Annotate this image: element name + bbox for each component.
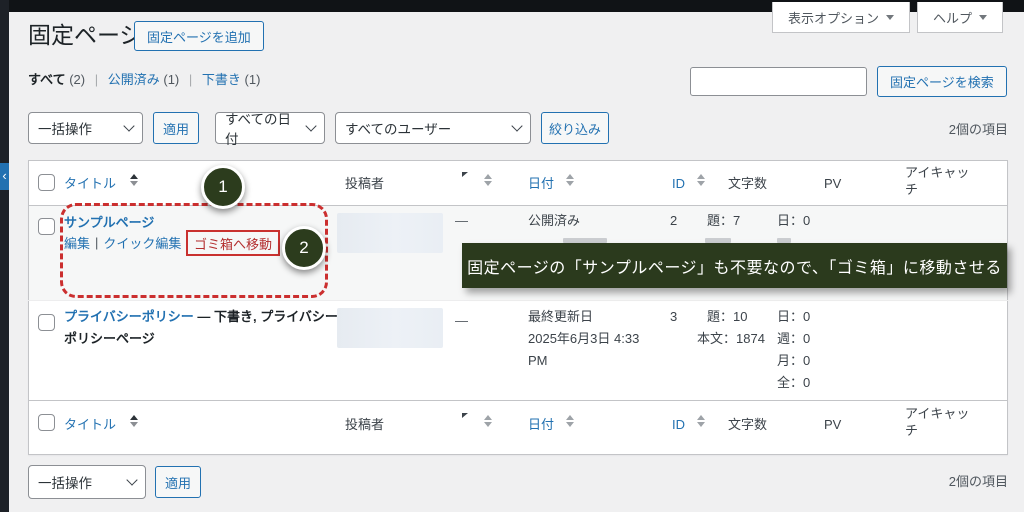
column-chars: 文字数 <box>728 416 767 433</box>
chevron-down-icon <box>511 120 522 131</box>
view-draft-link[interactable]: 下書き <box>202 72 241 87</box>
row-checkbox[interactable] <box>38 218 55 235</box>
chevron-down-icon <box>305 120 316 131</box>
bulk-action-select[interactable]: 一括操作 <box>28 112 143 144</box>
author-redacted <box>337 213 443 253</box>
bulk-action-value: 一括操作 <box>38 118 92 138</box>
chevron-down-icon <box>126 474 137 485</box>
date-filter-value: すべての日付 <box>225 108 299 148</box>
id-value: 2 <box>670 212 677 229</box>
view-draft-count: (1) <box>245 72 261 87</box>
sort-arrows-icon <box>697 174 705 186</box>
row-checkbox[interactable] <box>38 314 55 331</box>
column-author: 投稿者 <box>345 416 384 433</box>
separator: | <box>95 72 98 87</box>
wordpress-pages-screen: ‹ 表示オプション ヘルプ 固定ページ 固定ページを追加 すべて (2) | 公… <box>0 0 1024 512</box>
view-published-count: (1) <box>163 72 179 87</box>
search-input[interactable] <box>690 67 867 96</box>
sort-arrows-icon <box>566 174 574 186</box>
callout-banner: 固定ページの「サンプルページ」も不要なので、「ゴミ箱」に移動させる <box>462 243 1007 288</box>
step-1-badge: 1 <box>201 165 245 209</box>
item-count-bottom: 2個の項目 <box>900 471 1008 490</box>
column-title-sort[interactable]: タイトル <box>64 416 116 433</box>
column-id-sort[interactable]: ID <box>672 175 685 192</box>
view-published-link[interactable]: 公開済み <box>108 72 160 87</box>
step-2-badge: 2 <box>282 226 326 270</box>
sort-arrows-icon <box>484 174 492 186</box>
select-all-checkbox[interactable] <box>38 414 55 431</box>
id-value: 3 <box>670 308 677 325</box>
separator: | <box>189 72 192 87</box>
column-featured: アイキャッチ <box>905 164 969 198</box>
current-menu-pointer-icon: ‹ <box>0 163 9 190</box>
view-all-link[interactable]: すべて <box>28 72 66 87</box>
chars-value: 題：10 <box>707 308 747 325</box>
bulk-action-select-bottom[interactable]: 一括操作 <box>28 465 146 499</box>
date-value: 2025年6月3日 4:33 <box>528 330 639 347</box>
comments-value: — <box>455 312 468 329</box>
help-button[interactable]: ヘルプ <box>917 2 1003 33</box>
pv-value: 日：0 <box>777 212 810 229</box>
pv-value: 日：0 <box>777 308 810 325</box>
column-featured: アイキャッチ <box>905 405 969 439</box>
item-count-top: 2個の項目 <box>900 119 1008 138</box>
admin-menu-strip <box>0 0 9 512</box>
help-label: ヘルプ <box>933 8 972 27</box>
chevron-down-icon <box>886 15 894 20</box>
sort-arrows-icon <box>566 415 574 427</box>
chevron-down-icon <box>123 120 134 131</box>
chars-value: 題：7 <box>707 212 740 229</box>
screen-options-button[interactable]: 表示オプション <box>772 2 910 33</box>
page-title-link[interactable]: プライバシーポリシー <box>64 309 194 324</box>
pv-value: 週：0 <box>777 330 810 347</box>
page-title-cell: プライバシーポリシー — 下書き, プライバシーポリシーページ <box>64 306 338 350</box>
pv-value: 月：0 <box>777 352 810 369</box>
select-all-checkbox[interactable] <box>38 174 55 191</box>
view-all-count: (2) <box>69 72 85 87</box>
sort-arrows-icon <box>484 415 492 427</box>
screen-options-label: 表示オプション <box>788 8 879 27</box>
sort-arrows-icon <box>697 415 705 427</box>
chevron-down-icon <box>979 15 987 20</box>
column-chars: 文字数 <box>728 175 767 192</box>
column-date-sort[interactable]: 日付 <box>528 175 554 192</box>
add-page-button[interactable]: 固定ページを追加 <box>134 21 264 51</box>
pv-value: 全：0 <box>777 374 810 391</box>
column-author: 投稿者 <box>345 175 384 192</box>
filter-button[interactable]: 絞り込み <box>541 112 609 144</box>
user-filter-select[interactable]: すべてのユーザー <box>335 112 531 144</box>
row-divider <box>28 300 1008 301</box>
comments-value: — <box>455 212 468 229</box>
chars-body-value: 本文：1874 <box>697 330 765 347</box>
column-id-sort[interactable]: ID <box>672 416 685 433</box>
column-pv: PV <box>824 416 841 433</box>
author-redacted <box>337 308 443 348</box>
date-meridiem: PM <box>528 352 548 369</box>
column-date-sort[interactable]: 日付 <box>528 416 554 433</box>
column-pv: PV <box>824 175 841 192</box>
bulk-action-value: 一括操作 <box>38 472 92 492</box>
apply-button[interactable]: 適用 <box>153 112 199 144</box>
column-title-sort[interactable]: タイトル <box>64 175 116 192</box>
view-filters: すべて (2) | 公開済み (1) | 下書き (1) <box>28 69 260 88</box>
date-filter-select[interactable]: すべての日付 <box>215 112 325 144</box>
page-title: 固定ページ <box>28 16 143 50</box>
footer-divider <box>28 400 1008 401</box>
date-label: 最終更新日 <box>528 308 593 325</box>
user-filter-value: すべてのユーザー <box>345 118 451 138</box>
status-value: 公開済み <box>528 212 580 229</box>
sort-arrows-icon <box>130 174 138 186</box>
apply-button-bottom[interactable]: 適用 <box>155 466 201 498</box>
search-pages-button[interactable]: 固定ページを検索 <box>877 66 1007 97</box>
sort-arrows-icon <box>130 415 138 427</box>
